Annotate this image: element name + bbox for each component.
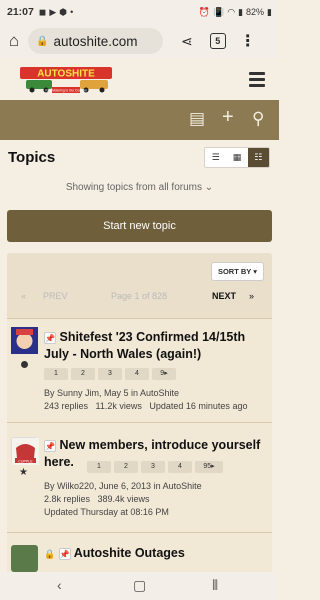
sort-by-button[interactable]: SORT BY ▾ <box>210 262 264 281</box>
page-info[interactable]: Page 1 of 828 <box>111 291 167 301</box>
topic-row[interactable]: CUPPLE ★ 📌 New members, introduce yourse… <box>7 422 272 532</box>
topic-stats: 2.8k replies 389.4k views <box>44 494 150 504</box>
pin-icon: 📌 <box>58 547 71 560</box>
page-link[interactable]: 1 <box>44 367 68 380</box>
home-icon[interactable]: ⌂ <box>0 31 28 51</box>
avatar[interactable] <box>11 327 38 354</box>
notification-icon: ▶ <box>49 6 57 17</box>
status-bar: 21:07 ◼ ▶ ⬢ • ⏰ 📳 ◠ ▮ 82% ▮ <box>0 0 279 24</box>
wifi-icon: ◠ <box>227 6 236 17</box>
page-link-last[interactable]: 95▸ <box>195 460 223 473</box>
overflow-menu-icon[interactable]: ⋮ <box>240 31 256 51</box>
topic-byline[interactable]: By Wilko220, June 6, 2013 in AutoShite <box>44 480 266 493</box>
topic-title-text: Autoshite Outages <box>73 546 185 560</box>
status-time: 21:07 <box>7 6 34 18</box>
page-link[interactable]: 4 <box>125 367 149 380</box>
site-header: AUTOSHITE Your Motoring Is Our Concern <box>0 58 279 100</box>
topic-pagination: 1 2 3 4 9▸ <box>44 365 179 383</box>
prev-page-link[interactable]: PREV <box>43 291 68 301</box>
topic-title[interactable]: 🔒 📌 Autoshite Outages <box>44 545 266 563</box>
chevron-left-icon: « <box>21 291 27 301</box>
newspaper-icon[interactable]: ▤ <box>189 109 205 129</box>
pin-icon: 📌 <box>44 331 56 344</box>
page-title: Topics <box>8 149 56 166</box>
filter-label: Showing topics from all forums <box>65 182 202 193</box>
topic-meta: By Sunny Jim, May 5 in AutoShite 243 rep… <box>44 387 266 413</box>
page-link[interactable]: 3 <box>98 367 122 380</box>
avatar[interactable]: CUPPLE <box>11 437 39 465</box>
view-toggle: ☰ ▦ ☷ <box>204 147 270 168</box>
page-link-last[interactable]: 9▸ <box>152 367 176 380</box>
page-link[interactable]: 3 <box>141 460 165 473</box>
url-text: autoshite.com <box>53 33 138 49</box>
dot-icon: • <box>70 7 74 17</box>
notification-icon: ⬢ <box>59 6 68 17</box>
avatar[interactable] <box>11 545 38 572</box>
svg-text:Your Motoring Is Our Concern: Your Motoring Is Our Concern <box>45 89 87 93</box>
topic-list: SORT BY ▾ « PREV Page 1 of 828 NEXT » 📌 … <box>7 253 272 573</box>
svg-text:CUPPLE: CUPPLE <box>18 459 33 463</box>
sort-by-label: SORT BY <box>217 267 252 276</box>
topic-meta: By Wilko220, June 6, 2013 in AutoShite 2… <box>44 480 266 519</box>
topic-row[interactable]: 📌 Shitefest '23 Confirmed 14/15th July -… <box>7 318 272 422</box>
search-icon[interactable]: ⚲ <box>252 109 264 129</box>
svg-text:AUTOSHITE: AUTOSHITE <box>37 69 95 80</box>
unread-indicator <box>21 361 28 368</box>
table-view-button[interactable]: ☷ <box>247 148 269 167</box>
lock-icon: 🔒 <box>36 35 49 47</box>
address-bar[interactable]: 🔒 autoshite.com <box>28 28 163 54</box>
forum-filter[interactable]: Showing topics from all forums ⌄ <box>0 182 279 193</box>
site-subnav: ▤ + ⚲ <box>0 100 279 140</box>
menu-icon[interactable] <box>249 72 265 90</box>
topic-stats: 243 replies 11.2k views Updated 16 minut… <box>44 401 248 411</box>
pagination: « PREV Page 1 of 828 NEXT » <box>7 291 272 305</box>
battery-level: 82% <box>246 7 265 17</box>
page-link[interactable]: 4 <box>168 460 192 473</box>
plus-icon[interactable]: + <box>222 106 234 129</box>
notification-icon: ◼ <box>38 6 47 17</box>
share-icon[interactable]: ⋖ <box>181 33 193 50</box>
table-icon: ☷ <box>254 152 263 162</box>
topic-byline[interactable]: By Sunny Jim, May 5 in AutoShite <box>44 387 266 400</box>
topic-title-text: Shitefest '23 Confirmed 14/15th July - N… <box>44 330 246 361</box>
back-icon[interactable]: ‹ <box>57 577 62 593</box>
chevron-right-icon[interactable]: » <box>249 291 254 301</box>
grid-view-button[interactable]: ▦ <box>226 148 248 167</box>
next-page-link[interactable]: NEXT <box>212 291 236 301</box>
list-view-button[interactable]: ☰ <box>205 148 227 167</box>
alarm-icon: ⏰ <box>198 6 210 17</box>
topic-updated: Updated Thursday at 08:16 PM <box>44 507 169 517</box>
page-link[interactable]: 2 <box>114 460 138 473</box>
home-button-icon[interactable]: ▢ <box>133 577 146 594</box>
page-link[interactable]: 1 <box>87 460 111 473</box>
site-logo[interactable]: AUTOSHITE Your Motoring Is Our Concern <box>18 65 114 95</box>
recent-apps-icon[interactable]: ⦀ <box>212 577 218 594</box>
browser-toolbar: ⌂ 🔒 autoshite.com ⋖ 5 ⋮ <box>0 24 279 58</box>
list-icon: ☰ <box>211 152 220 162</box>
tab-switcher-button[interactable]: 5 <box>209 33 226 49</box>
grid-icon: ▦ <box>232 152 242 162</box>
chevron-down-icon: ⌄ <box>204 182 214 193</box>
topic-row[interactable]: 🔒 📌 Autoshite Outages <box>7 532 272 573</box>
topic-title[interactable]: 📌 Shitefest '23 Confirmed 14/15th July -… <box>44 329 266 363</box>
start-new-topic-button[interactable]: Start new topic <box>7 210 272 242</box>
lock-icon: 🔒 <box>44 549 56 559</box>
pin-icon: 📌 <box>44 439 56 452</box>
star-icon: ★ <box>19 467 28 478</box>
caret-down-icon: ▾ <box>253 267 257 276</box>
topic-pagination: 1 2 3 4 95▸ <box>87 458 226 476</box>
vibrate-icon: 📳 <box>213 6 225 17</box>
page-link[interactable]: 2 <box>71 367 95 380</box>
system-nav-bar: ‹ ▢ ⦀ <box>0 572 279 600</box>
signal-icon: ▮ <box>238 6 244 17</box>
battery-icon: ▮ <box>267 6 272 17</box>
